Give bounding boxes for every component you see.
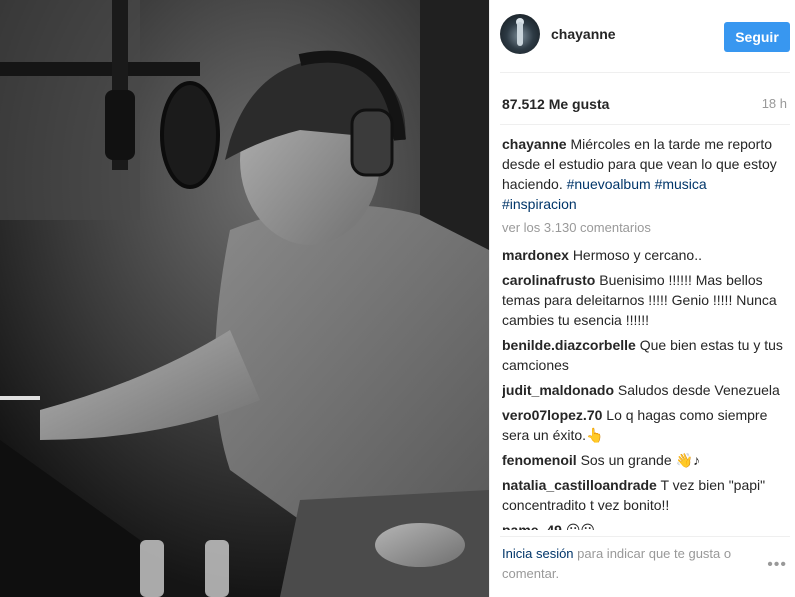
more-options-icon[interactable]: ••• (767, 556, 787, 574)
comment-username[interactable]: mardonex (502, 247, 569, 263)
login-prompt: Inicia sesión para indicar que te gusta … (502, 544, 752, 584)
caption: chayanne Miércoles en la tarde me report… (502, 134, 784, 214)
view-more-comments[interactable]: ver los 3.130 comentarios (502, 219, 784, 237)
comment-text: Saludos desde Venezuela (617, 382, 780, 398)
post-time[interactable]: 18 h (762, 96, 787, 111)
follow-button[interactable]: Seguir (724, 22, 790, 52)
comments-list: chayanne Miércoles en la tarde me report… (502, 134, 784, 530)
comment-item: vero07lopez.70 Lo q hagas como siempre s… (502, 405, 784, 445)
post-sidebar: chayanne Seguir 87.512 Me gusta 18 h cha… (489, 0, 795, 597)
comment-item: fenomenoil Sos un grande 👋♪ (502, 450, 784, 470)
comment-text: 😶😶 (565, 522, 596, 530)
comment-username[interactable]: pame_49 (502, 522, 562, 530)
avatar[interactable] (500, 14, 540, 54)
footer-divider (500, 536, 790, 537)
username-link[interactable]: chayanne (551, 26, 616, 42)
header-divider (500, 72, 790, 73)
hashtag-musica[interactable]: #musica (655, 176, 707, 192)
comment-item: pame_49 😶😶 (502, 520, 784, 530)
hashtag-nuevoalbum[interactable]: #nuevoalbum (567, 176, 651, 192)
comment-username[interactable]: benilde.diazcorbelle (502, 337, 636, 353)
comment-username[interactable]: judit_maldonado (502, 382, 614, 398)
avatar-figure-body (517, 22, 523, 46)
comment-item: natalia_castilloandrade T vez bien "papi… (502, 475, 784, 515)
likes-count[interactable]: 87.512 Me gusta (502, 96, 609, 112)
comment-item: mardonex Hermoso y cercano.. (502, 245, 784, 265)
hashtag-inspiracion[interactable]: #inspiracion (502, 196, 577, 212)
comment-text: Sos un grande 👋♪ (580, 452, 700, 468)
comment-item: judit_maldonado Saludos desde Venezuela (502, 380, 784, 400)
comment-text: Hermoso y cercano.. (572, 247, 702, 263)
login-link[interactable]: Inicia sesión (502, 546, 574, 561)
comment-item: benilde.diazcorbelle Que bien estas tu y… (502, 335, 784, 375)
comment-username[interactable]: vero07lopez.70 (502, 407, 602, 423)
instagram-post: chayanne Seguir 87.512 Me gusta 18 h cha… (0, 0, 795, 597)
post-header: chayanne Seguir (500, 14, 790, 58)
likes-divider (500, 124, 790, 125)
caption-username[interactable]: chayanne (502, 136, 567, 152)
comment-username[interactable]: carolinafrusto (502, 272, 595, 288)
comment-username[interactable]: natalia_castilloandrade (502, 477, 657, 493)
studio-photo-image (0, 0, 489, 597)
comment-item: carolinafrusto Buenisimo !!!!!! Mas bell… (502, 270, 784, 330)
post-photo[interactable] (0, 0, 489, 597)
comment-username[interactable]: fenomenoil (502, 452, 577, 468)
